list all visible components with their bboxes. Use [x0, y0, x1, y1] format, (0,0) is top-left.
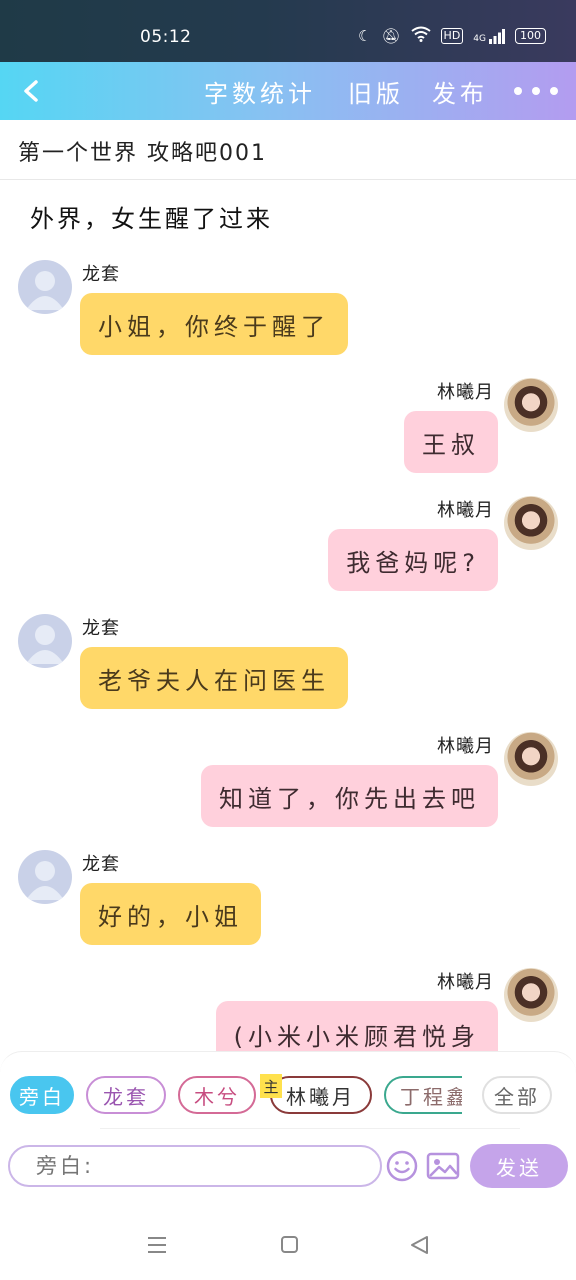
back-button[interactable] [14, 72, 48, 110]
chevron-left-icon [24, 80, 38, 102]
default-user-icon [26, 625, 64, 664]
menu-icon [148, 1237, 166, 1253]
message-bubble[interactable]: 好的，小姐 [80, 883, 261, 945]
page-title[interactable]: 第一个世界 攻略吧001 [18, 135, 267, 167]
default-user-icon [26, 861, 64, 900]
divider [100, 1128, 520, 1129]
sender-name: 林曦月 [437, 500, 494, 521]
message-bubble[interactable]: 小姐，你终于醒了 [80, 293, 348, 355]
main-character-badge: 主 [260, 1074, 282, 1098]
sender-name: 龙套 [82, 264, 120, 285]
role-chip[interactable]: 林曦月 [270, 1076, 372, 1114]
more-dot [532, 87, 540, 95]
network-label: 4G [473, 33, 486, 44]
avatar[interactable] [18, 850, 72, 904]
more-dot [550, 87, 558, 95]
avatar[interactable] [18, 614, 72, 668]
status-bar: 05:12 ☾ 🔕︎ HD 4G 100 [0, 0, 576, 62]
sender-name: 林曦月 [437, 972, 494, 993]
sender-name: 林曦月 [437, 736, 494, 757]
triangle-back-icon [411, 1236, 428, 1254]
avatar[interactable] [504, 496, 558, 550]
chat-area[interactable]: 外界，女生醒了过来 龙套 小姐，你终于醒了 林曦月 王叔 林曦月 我爸妈呢? 龙… [0, 181, 576, 1051]
publish-button[interactable]: 发布 [432, 74, 488, 109]
old-version-button[interactable]: 旧版 [348, 74, 404, 109]
message-input[interactable] [8, 1145, 382, 1187]
sender-name: 龙套 [82, 854, 120, 875]
role-selector: 旁白 龙套 木兮 林曦月 主 丁程鑫 全部 [8, 1074, 568, 1116]
message-bubble[interactable]: 知道了，你先出去吧 [201, 765, 498, 827]
avatar[interactable] [504, 968, 558, 1022]
title-row: 第一个世界 攻略吧001 [0, 120, 576, 180]
send-button[interactable]: 发送 [470, 1144, 568, 1188]
message-bubble[interactable]: (小米小米顾君悦身 [215, 1001, 498, 1051]
avatar[interactable] [18, 260, 72, 314]
avatar[interactable] [504, 378, 558, 432]
role-chip-narration[interactable]: 旁白 [10, 1076, 74, 1114]
system-nav-bar [0, 1189, 576, 1280]
message-bubble[interactable]: 王叔 [404, 411, 498, 473]
status-icons: ☾ 🔕︎ HD 4G 100 [358, 26, 546, 46]
wifi-icon [410, 26, 431, 46]
role-chip-all[interactable]: 全部 [482, 1076, 552, 1114]
word-count-button[interactable]: 字数统计 [204, 74, 316, 109]
moon-icon: ☾ [358, 27, 372, 45]
role-chip[interactable]: 丁程鑫 [384, 1076, 462, 1114]
home-square-icon [281, 1236, 298, 1253]
message-bubble[interactable]: 老爷夫人在问医生 [80, 647, 348, 709]
signal-icon: 4G [473, 28, 505, 44]
smile-icon [386, 1150, 418, 1182]
more-button[interactable] [514, 74, 558, 108]
message-bubble[interactable]: 我爸妈呢? [328, 529, 498, 591]
image-icon [426, 1152, 460, 1180]
narration-text[interactable]: 外界，女生醒了过来 [30, 199, 273, 234]
emoji-button[interactable] [386, 1150, 418, 1182]
role-chip[interactable]: 木兮 [178, 1076, 256, 1114]
home-nav-button[interactable] [274, 1233, 304, 1257]
sender-name: 龙套 [82, 618, 120, 639]
avatar[interactable] [504, 732, 558, 786]
more-dot [514, 87, 522, 95]
status-time: 05:12 [140, 27, 192, 47]
battery-icon: 100 [515, 28, 546, 44]
image-button[interactable] [426, 1151, 460, 1181]
input-panel: 旁白 龙套 木兮 林曦月 主 丁程鑫 全部 发送 [0, 1051, 576, 1189]
hd-icon: HD [440, 28, 464, 44]
mute-icon: 🔕︎ [381, 27, 401, 45]
sender-name: 林曦月 [437, 382, 494, 403]
back-nav-button[interactable] [404, 1233, 434, 1257]
role-chip[interactable]: 龙套 [86, 1076, 166, 1114]
default-user-icon [26, 271, 64, 310]
top-bar: 字数统计 旧版 发布 [0, 62, 576, 120]
menu-nav-button[interactable] [142, 1233, 172, 1257]
